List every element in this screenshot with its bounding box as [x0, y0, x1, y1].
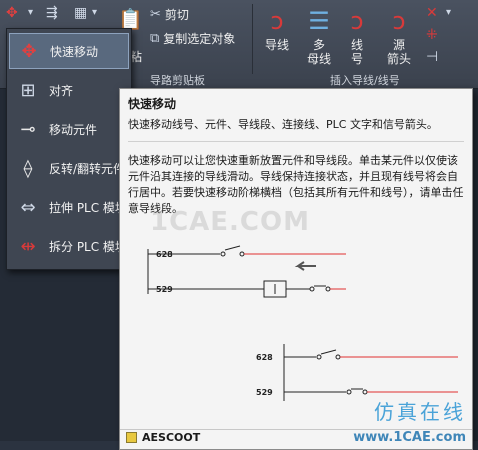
source-arrow-button[interactable]: ↄ 源 箭头: [380, 4, 418, 66]
diagram-contact-right: [335, 354, 341, 360]
copy-selected-button[interactable]: ⧉ 复制选定对象: [150, 30, 235, 47]
tooltip-footer: AESCOOT: [126, 431, 200, 444]
wire-tool-small-icon-3[interactable]: ⊣: [426, 50, 438, 64]
tooltip-footer-divider: [120, 429, 472, 430]
source-arrow-icon: ↄ: [392, 7, 406, 35]
diagram-contact-left: [316, 354, 322, 360]
diagram-contact-left: [309, 286, 315, 292]
wire-number-button[interactable]: ↄ 线 号: [338, 4, 376, 66]
wire-tool-small-icon-2[interactable]: ⁜: [426, 28, 438, 42]
wire-tool-small-icon[interactable]: ✕: [426, 6, 438, 20]
cut-button[interactable]: ✂ 剪切: [150, 6, 189, 23]
quick-move-icon: ✥: [21, 40, 37, 62]
wire-number-icon: ↄ: [350, 7, 364, 35]
move-component-icon: ⊸: [20, 118, 36, 140]
diagram-contact-right: [362, 389, 368, 395]
edit-components-dropdown: ✥ 快速移动 ⊞ 对齐 ⊸ 移动元件 ⟠ 反转/翻转元件 ⇔ 拉伸 PLC 模块…: [6, 28, 132, 270]
clipboard-icon[interactable]: 📋: [118, 9, 143, 29]
menu-item-split-plc[interactable]: ⇹ 拆分 PLC 模块: [9, 228, 129, 264]
diagram-label-529-before: 529: [156, 285, 173, 294]
diagram-label-628-after: 628: [256, 353, 273, 362]
chevron-down-icon[interactable]: ▾: [446, 6, 451, 20]
source-arrow-label-2: 箭头: [386, 52, 411, 66]
menu-item-reverse-flip[interactable]: ⟠ 反转/翻转元件: [9, 150, 129, 186]
diagram-label-628-before: 628: [156, 250, 173, 259]
menu-item-label: 移动元件: [49, 122, 98, 137]
source-arrow-label-1: 源: [392, 38, 405, 52]
reverse-flip-icon: ⟠: [23, 157, 33, 179]
diagram-contact-left: [346, 389, 352, 395]
menu-item-label: 快速移动: [50, 44, 99, 59]
menu-item-label: 对齐: [49, 83, 74, 98]
multi-bus-icon: ☰: [308, 7, 330, 35]
panel-label-insert-wires: 插入导线/线号: [330, 74, 400, 87]
wire-number-label-1: 线: [350, 38, 363, 52]
quick-move-small-icon[interactable]: ✥: [6, 6, 18, 20]
wire-icon: ↄ: [270, 7, 284, 35]
menu-item-stretch-plc[interactable]: ⇔ 拉伸 PLC 模块: [9, 189, 129, 225]
menu-item-quick-move[interactable]: ✥ 快速移动: [9, 33, 129, 69]
quick-move-tooltip: 快速移动 快速移动线号、元件、导线段、连接线、PLC 文字和信号箭头。 快速移动…: [119, 88, 473, 450]
multi-bus-label-2: 母线: [306, 52, 331, 66]
watermark-url: www.1CAE.com: [353, 430, 466, 445]
watermark-brand: 仿真在线: [374, 400, 466, 424]
panel-label-clipboard: 导路剪贴板: [150, 74, 205, 87]
menu-item-label: 拉伸 PLC 模块: [49, 200, 127, 215]
tooltip-command-name: AESCOOT: [142, 431, 201, 444]
diagram-contact-left: [220, 251, 226, 257]
multi-bus-label-1: 多: [312, 38, 325, 52]
multi-bus-button[interactable]: ☰ 多 母线: [300, 4, 338, 66]
diagram-move-arrow: [294, 261, 316, 271]
scissors-icon: ✂: [150, 7, 161, 22]
diagram-contact-right: [325, 286, 331, 292]
split-plc-icon: ⇹: [20, 235, 36, 257]
chevron-down-icon[interactable]: ▾: [92, 6, 97, 20]
diagram-contact-right: [239, 251, 245, 257]
diagram-contact-blade: [224, 245, 241, 251]
diagram-contact-blade: [320, 349, 337, 355]
chevron-down-icon[interactable]: ▾: [28, 6, 33, 20]
command-icon: [126, 432, 137, 443]
menu-item-move-component[interactable]: ⊸ 移动元件: [9, 111, 129, 147]
wire-button[interactable]: ↄ 导线: [258, 4, 296, 52]
cut-label: 剪切: [164, 8, 189, 22]
menu-item-align[interactable]: ⊞ 对齐: [9, 72, 129, 108]
wire-tools-icon[interactable]: ⇶: [46, 6, 58, 20]
quick-move-diagram: 628 529 628 529: [147, 245, 458, 401]
copy-selected-label: 复制选定对象: [163, 32, 236, 46]
diagram-label-529-after: 529: [256, 388, 273, 397]
menu-item-label: 拆分 PLC 模块: [49, 239, 127, 254]
copy-icon: ⧉: [150, 31, 160, 46]
align-icon: ⊞: [20, 79, 36, 101]
wire-label: 导线: [264, 38, 289, 52]
wire-number-label-2: 号: [350, 52, 363, 66]
stretch-plc-icon: ⇔: [20, 196, 36, 218]
menu-item-label: 反转/翻转元件: [49, 161, 126, 176]
group-separator: [252, 4, 253, 74]
grid-tools-icon[interactable]: ▦: [74, 6, 87, 20]
